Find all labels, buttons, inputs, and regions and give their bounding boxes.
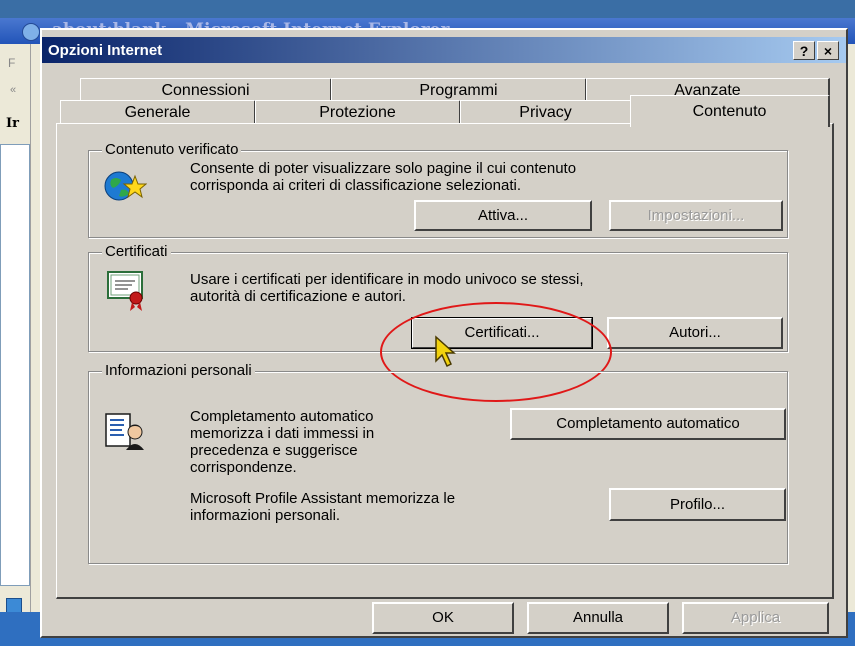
- ie-menu-letter[interactable]: F: [8, 56, 15, 70]
- tab-connessioni[interactable]: Connessioni: [80, 78, 332, 101]
- certificates-text-2: autorità di certificazione e autori.: [190, 288, 406, 305]
- applica-button[interactable]: Applica: [682, 602, 829, 634]
- close-button[interactable]: ×: [817, 41, 839, 60]
- dialog-titlebar[interactable]: [42, 37, 846, 63]
- ok-button[interactable]: OK: [372, 602, 514, 634]
- tab-protezione[interactable]: Protezione: [255, 100, 461, 124]
- certificates-text-1: Usare i certificati per identificare in …: [190, 271, 584, 288]
- attiva-button[interactable]: Attiva...: [414, 200, 592, 231]
- ie-address-label: Ir: [6, 116, 19, 131]
- tab-contenuto[interactable]: Contenuto: [630, 95, 830, 127]
- content-advisor-text-2: corrisponda ai criteri di classificazion…: [190, 177, 521, 194]
- ie-back-arrow-icon[interactable]: «: [10, 84, 16, 96]
- autocomplete-text-4: corrispondenze.: [190, 459, 297, 476]
- certificates-label: Certificati: [102, 243, 171, 260]
- tab-privacy[interactable]: Privacy: [460, 100, 632, 124]
- autori-button[interactable]: Autori...: [607, 317, 783, 349]
- dialog-title: Opzioni Internet: [48, 42, 163, 59]
- profilo-button[interactable]: Profilo...: [609, 488, 786, 521]
- autocomplete-text-2: memorizza i dati immessi in: [190, 425, 375, 442]
- mouse-cursor-icon: [435, 335, 456, 368]
- tab-generale[interactable]: Generale: [60, 100, 256, 124]
- annulla-button[interactable]: Annulla: [527, 602, 669, 634]
- profile-text-2: informazioni personali.: [190, 507, 341, 524]
- content-advisor-text-1: Consente di poter visualizzare solo pagi…: [190, 160, 577, 177]
- profile-text-1: Microsoft Profile Assistant memorizza le: [190, 490, 456, 507]
- globe-star-icon: [104, 171, 147, 201]
- ie-page-content: [0, 144, 30, 586]
- autocomplete-text-1: Completamento automatico: [190, 408, 374, 425]
- ie-logo-icon: [22, 23, 40, 41]
- content-advisor-label: Contenuto verificato: [102, 141, 242, 158]
- profile-card-icon: [105, 413, 144, 450]
- personal-info-label: Informazioni personali: [102, 362, 255, 379]
- help-button[interactable]: ?: [793, 41, 815, 60]
- certificate-icon: [107, 271, 143, 311]
- completamento-automatico-button[interactable]: Completamento automatico: [510, 408, 786, 440]
- impostazioni-button[interactable]: Impostazioni...: [609, 200, 783, 231]
- tab-programmi[interactable]: Programmi: [331, 78, 587, 101]
- autocomplete-text-3: precedenza e suggerisce: [190, 442, 358, 459]
